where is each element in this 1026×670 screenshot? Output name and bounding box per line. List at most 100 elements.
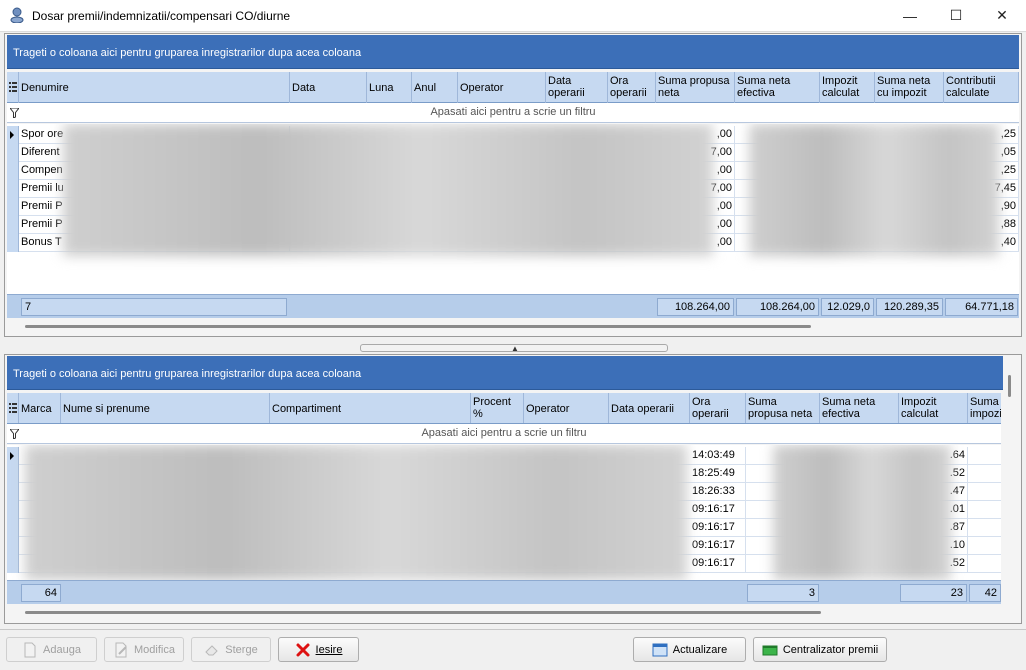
col-suma-neta-impozit[interactable]: Suma neta impozit xyxy=(968,393,1001,423)
bottom-vertical-scrollbar[interactable] xyxy=(1003,369,1017,619)
minimize-icon: — xyxy=(903,7,917,24)
redacted-area xyxy=(773,445,951,580)
col-suma-neta-efectiva[interactable]: Suma neta efectiva xyxy=(820,393,899,423)
window-title: Dosar premii/indemnizatii/compensari CO/… xyxy=(32,9,291,23)
row-indicator xyxy=(7,501,19,519)
bottom-grid-footer: 64 3 23 42 xyxy=(7,580,1001,604)
col-impozit-calculat[interactable]: Impozit calculat xyxy=(899,393,968,423)
top-filter-hint: Apasati aici pentru a scrie un filtru xyxy=(430,106,596,118)
panel-splitter[interactable]: ▲ xyxy=(360,344,668,353)
bottom-grid-header: Marca Nume si prenume Compartiment Proce… xyxy=(7,393,1001,424)
row-indicator xyxy=(7,126,19,144)
row-indicator xyxy=(7,216,19,234)
col-ora-operarii[interactable]: Ora operarii xyxy=(608,72,656,103)
adauga-label: Adauga xyxy=(43,643,81,656)
scroll-thumb[interactable] xyxy=(1008,375,1011,397)
col-marca[interactable]: Marca xyxy=(19,393,61,423)
col-suma-propusa-neta[interactable]: Suma propusa neta xyxy=(746,393,820,423)
row-indicator xyxy=(7,537,19,555)
close-icon: ✕ xyxy=(996,7,1008,23)
cell-ora: 18:25:49 xyxy=(690,465,746,483)
col-operator[interactable]: Operator xyxy=(524,393,609,423)
col-data-operarii[interactable]: Data operarii xyxy=(609,393,690,423)
minimize-button[interactable]: — xyxy=(887,0,933,31)
new-document-icon xyxy=(24,642,36,657)
bottom-grid-body: 14:03:49 .64 18:25:49 .52 18:26:33 .47 0… xyxy=(7,445,1001,580)
scroll-thumb[interactable] xyxy=(25,611,821,614)
column-chooser-icon[interactable] xyxy=(7,393,19,423)
modifica-label: Modifica xyxy=(134,643,175,656)
redacted-area xyxy=(63,124,713,256)
top-horizontal-scrollbar[interactable] xyxy=(19,321,819,333)
cell-ora: 18:26:33 xyxy=(690,483,746,501)
footer-count: 7 xyxy=(21,298,287,316)
top-grid-footer: 7 108.264,00 108.264,00 12.029,0 120.289… xyxy=(7,294,1019,318)
row-indicator xyxy=(7,447,19,465)
col-ora-operarii[interactable]: Ora operarii xyxy=(690,393,746,423)
col-suma-neta-cu-impozit[interactable]: Suma neta cu impozit xyxy=(875,72,944,103)
footer-suma-neta: 108.264,00 xyxy=(736,298,819,316)
col-suma-propusa-neta[interactable]: Suma propusa neta xyxy=(656,72,735,103)
top-grid-panel: Trageti o coloana aici pentru gruparea i… xyxy=(4,33,1022,337)
row-indicator xyxy=(7,162,19,180)
chevron-up-icon: ▲ xyxy=(511,344,519,353)
top-grid-header: Denumire Data Luna Anul Operator Data op… xyxy=(7,72,1019,103)
bottom-group-by-area[interactable]: Trageti o coloana aici pentru gruparea i… xyxy=(7,356,1003,390)
footer-impozit: 12.029,0 xyxy=(821,298,874,316)
col-luna[interactable]: Luna xyxy=(367,72,412,103)
bottom-toolbar: Adauga Modifica Sterge Iesire Actualizar… xyxy=(0,629,1026,670)
row-indicator xyxy=(7,519,19,537)
centralizator-button[interactable]: Centralizator premii xyxy=(753,637,887,662)
edit-icon xyxy=(115,642,127,657)
adauga-button[interactable]: Adauga xyxy=(6,637,97,662)
footer-suma-impozit: 42 xyxy=(969,584,1001,602)
filter-icon xyxy=(10,108,19,118)
col-impozit-calculat[interactable]: Impozit calculat xyxy=(820,72,875,103)
close-button[interactable]: ✕ xyxy=(979,0,1025,31)
col-denumire[interactable]: Denumire xyxy=(19,72,290,103)
col-data[interactable]: Data xyxy=(290,72,367,103)
redacted-area xyxy=(25,445,687,580)
col-contributii-calculate[interactable]: Contributii calculate xyxy=(944,72,1019,103)
bottom-filter-hint: Apasati aici pentru a scrie un filtru xyxy=(421,427,587,439)
cell-ora: 09:16:17 xyxy=(690,501,746,519)
modifica-button[interactable]: Modifica xyxy=(104,637,184,662)
footer-suma-propusa: 108.264,00 xyxy=(657,298,734,316)
col-compartiment[interactable]: Compartiment xyxy=(270,393,471,423)
row-indicator xyxy=(7,234,19,252)
sterge-button[interactable]: Sterge xyxy=(191,637,271,662)
col-anul[interactable]: Anul xyxy=(412,72,458,103)
top-group-hint: Trageti o coloana aici pentru gruparea i… xyxy=(13,47,362,59)
col-data-operarii[interactable]: Data operarii xyxy=(546,72,608,103)
refresh-window-icon xyxy=(652,643,668,656)
footer-suma-cu-impozit: 120.289,35 xyxy=(876,298,943,316)
row-indicator xyxy=(7,555,19,573)
bottom-horizontal-scrollbar[interactable] xyxy=(19,607,829,619)
row-indicator xyxy=(7,180,19,198)
bottom-filter-row[interactable]: Apasati aici pentru a scrie un filtru xyxy=(7,424,1001,444)
iesire-label: Iesire xyxy=(315,643,343,656)
redacted-area xyxy=(749,124,999,256)
row-indicator xyxy=(7,144,19,162)
scroll-thumb[interactable] xyxy=(25,325,811,328)
centralizator-label: Centralizator premii xyxy=(782,643,879,656)
row-indicator xyxy=(7,483,19,501)
actualizare-button[interactable]: Actualizare xyxy=(633,637,746,662)
maximize-button[interactable]: ☐ xyxy=(933,0,979,31)
column-chooser-icon[interactable] xyxy=(7,72,19,103)
cell-ora: 14:03:49 xyxy=(690,447,746,465)
cell-ora: 09:16:17 xyxy=(690,519,746,537)
bottom-group-hint: Trageti o coloana aici pentru gruparea i… xyxy=(13,368,362,380)
bottom-grid-panel: Trageti o coloana aici pentru gruparea i… xyxy=(4,354,1022,624)
col-nume-prenume[interactable]: Nume si prenume xyxy=(61,393,270,423)
iesire-button[interactable]: Iesire xyxy=(278,637,359,662)
col-procent[interactable]: Procent % xyxy=(471,393,524,423)
col-operator[interactable]: Operator xyxy=(458,72,546,103)
col-suma-neta-efectiva[interactable]: Suma neta efectiva xyxy=(735,72,820,103)
title-bar: Dosar premii/indemnizatii/compensari CO/… xyxy=(0,0,1026,32)
top-group-by-area[interactable]: Trageti o coloana aici pentru gruparea i… xyxy=(7,35,1019,69)
eraser-icon xyxy=(205,644,218,655)
row-indicator xyxy=(7,198,19,216)
maximize-icon: ☐ xyxy=(949,7,963,23)
top-filter-row[interactable]: Apasati aici pentru a scrie un filtru xyxy=(7,103,1019,123)
